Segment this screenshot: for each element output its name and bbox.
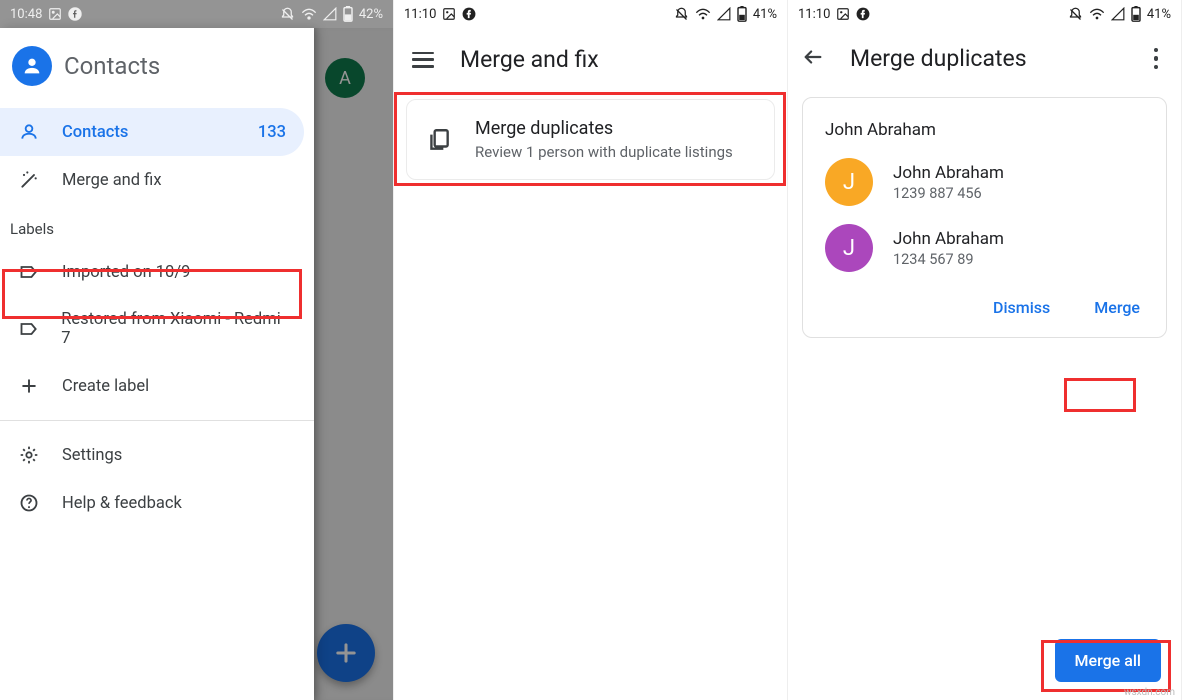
labels-header: Labels [0,204,314,248]
drawer-settings[interactable]: Settings [0,431,304,479]
navigation-drawer: Contacts Contacts 133 Merge and fix Labe… [0,28,314,700]
divider [0,420,314,421]
drawer-item-label: Settings [62,446,122,465]
drawer-label-imported[interactable]: Imported on 10/9 [0,248,304,296]
duplicate-entry[interactable]: J John Abraham 1234 567 89 [825,224,1144,272]
help-icon [18,493,40,513]
avatar: J [825,158,873,206]
facebook-icon [856,7,870,21]
facebook-icon [462,7,476,21]
person-icon [18,122,40,142]
battery-icon [737,6,747,22]
wifi-icon [301,7,317,21]
battery-icon [343,6,353,22]
wifi-icon [695,7,711,21]
bell-off-icon [280,7,295,22]
signal-icon [323,7,337,21]
drawer-item-contacts[interactable]: Contacts 133 [0,108,304,156]
duplicate-entry[interactable]: J John Abraham 1239 887 456 [825,158,1144,206]
duplicate-group-name: John Abraham [825,120,1144,140]
plus-icon [18,376,40,396]
facebook-icon [68,7,82,21]
avatar-letter: J [843,170,855,195]
app-bar: Merge duplicates [788,28,1181,89]
drawer-item-label: Create label [62,377,149,396]
drawer-item-label: Contacts [62,123,128,142]
page-title: Merge duplicates [850,45,1027,72]
bell-off-icon [1068,7,1083,22]
battery-icon [1131,6,1141,22]
status-time: 11:10 [798,8,830,21]
watermark: wsxdn.com [1124,687,1175,698]
drawer-item-merge-fix[interactable]: Merge and fix [0,156,304,204]
image-icon [48,7,62,21]
gear-icon [18,445,40,465]
drawer-label-restored[interactable]: Restored from Xiaomi - Redmi 7 [0,296,304,362]
magic-wand-icon [18,170,40,190]
drawer-item-label: Imported on 10/9 [62,263,190,282]
dismiss-button[interactable]: Dismiss [989,294,1054,321]
drawer-item-label: Help & feedback [62,494,182,513]
page-title: Merge and fix [460,46,599,73]
signal-icon [717,7,731,21]
menu-icon[interactable] [412,52,434,68]
status-bar: 10:48 42% [0,0,393,28]
status-time: 10:48 [10,8,42,21]
avatar: J [825,224,873,272]
avatar-letter: A [339,68,351,89]
drawer-header: Contacts [0,28,314,108]
add-contact-fab[interactable] [317,624,375,682]
entry-phone: 1239 887 456 [893,185,1004,202]
app-behind-drawer: A [313,28,393,700]
label-icon [18,319,39,339]
merge-all-button[interactable]: Merge all [1055,639,1161,682]
avatar-letter: J [843,236,855,261]
image-icon [442,7,456,21]
status-battery-pct: 41% [753,8,777,21]
bell-off-icon [674,7,689,22]
entry-name: John Abraham [893,163,1004,183]
status-bar: 11:10 41% [788,0,1181,28]
wifi-icon [1089,7,1105,21]
status-battery-pct: 42% [359,8,383,21]
more-icon[interactable] [1145,48,1167,70]
label-icon [18,262,40,282]
image-icon [836,7,850,21]
card-title: Merge duplicates [475,118,733,139]
drawer-create-label[interactable]: Create label [0,362,304,410]
back-arrow-icon[interactable] [802,46,824,72]
drawer-help[interactable]: Help & feedback [0,479,304,527]
app-bar: Merge and fix [394,28,787,91]
status-battery-pct: 41% [1147,8,1171,21]
drawer-item-label: Restored from Xiaomi - Redmi 7 [61,310,286,348]
status-bar: 11:10 41% [394,0,787,28]
contacts-count: 133 [258,123,286,142]
entry-name: John Abraham [893,229,1004,249]
contacts-logo-icon [12,46,52,86]
entry-phone: 1234 567 89 [893,251,1004,268]
merge-button[interactable]: Merge [1090,294,1144,321]
card-subtitle: Review 1 person with duplicate listings [475,143,733,161]
merge-duplicates-card[interactable]: Merge duplicates Review 1 person with du… [406,99,775,180]
duplicate-group-card: John Abraham J John Abraham 1239 887 456… [802,97,1167,338]
drawer-item-label: Merge and fix [62,171,162,190]
app-title: Contacts [64,52,160,80]
status-time: 11:10 [404,8,436,21]
highlight-merge-button [1064,378,1136,412]
signal-icon [1111,7,1125,21]
copy-icon [425,126,453,154]
account-avatar[interactable]: A [325,58,365,98]
